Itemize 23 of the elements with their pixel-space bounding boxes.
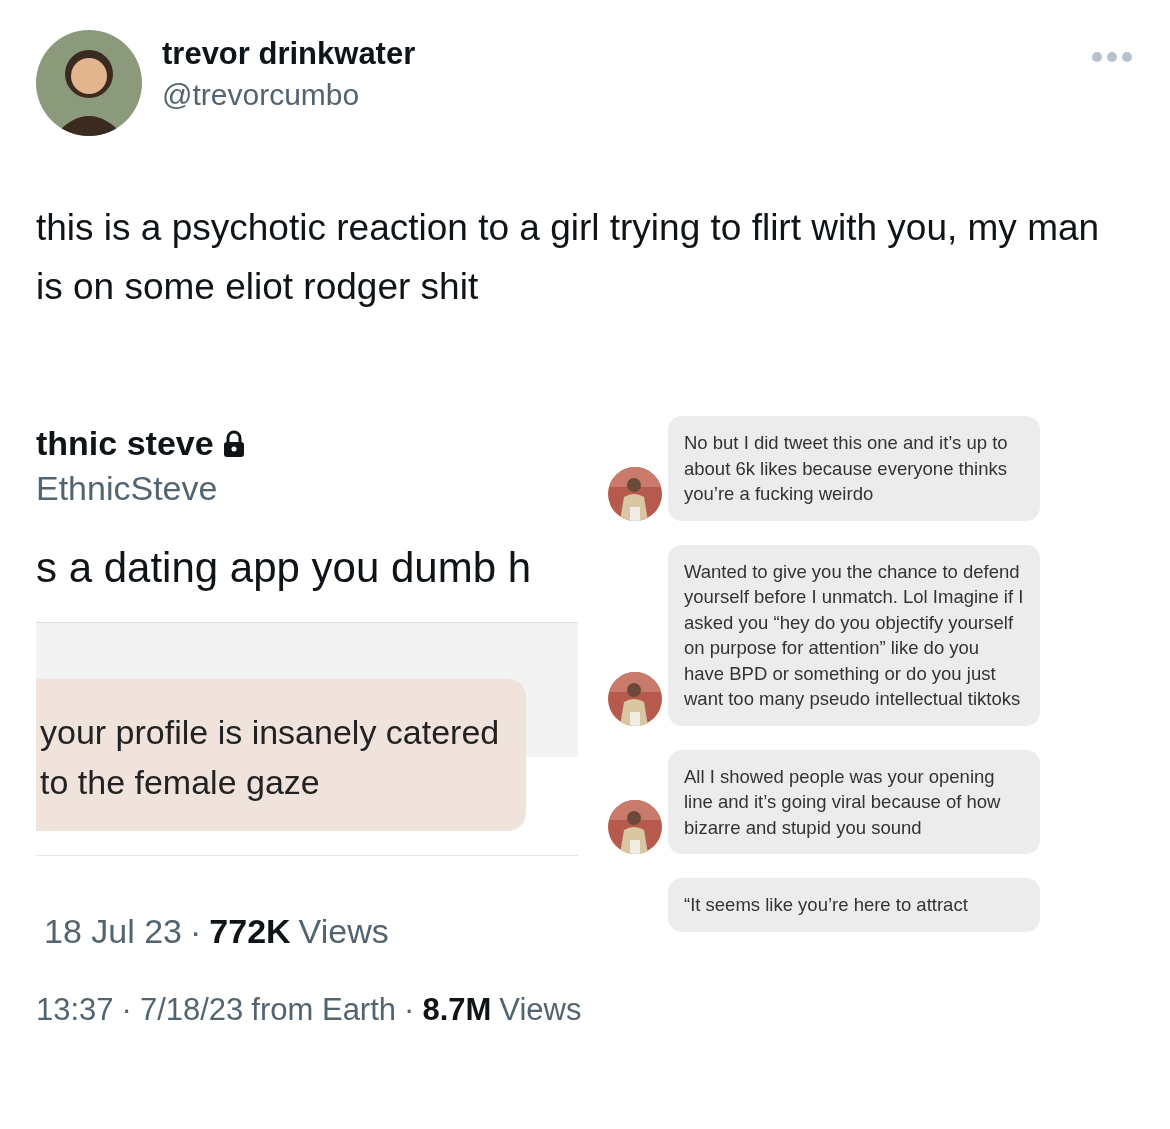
lock-icon	[221, 429, 246, 458]
quoted-handle: EthnicSteve	[36, 469, 219, 508]
tweet-date: 7/18/23	[139, 992, 244, 1028]
author-name[interactable]: trevor drinkwater	[162, 36, 416, 72]
tweet-source: from Earth	[251, 992, 397, 1028]
message-bubble: No but I did tweet this one and it’s up to about 6k likes because everyone thinks you’re a fucking weirdo	[668, 416, 1040, 521]
quoted-name: thnic steve	[36, 424, 214, 463]
views-label: Views	[499, 992, 582, 1028]
message-bubble: your profile is insanely catered to the female gaze	[36, 679, 526, 831]
message-bubble: “It seems like you’re here to attract	[668, 878, 1040, 932]
separator: ·	[404, 992, 415, 1028]
tweet-time: 13:37	[36, 992, 114, 1028]
views-label: Views	[298, 912, 389, 951]
quoted-date: 18 Jul 23	[44, 912, 182, 951]
quoted-text: s a dating app you dumb h	[36, 544, 533, 592]
separator: ·	[121, 992, 132, 1028]
message-bubble: All I showed people was your opening line and it’s going viral because of how bizarre and stupid you sound	[668, 749, 1040, 854]
tweet-text: this is a psychotic reaction to a girl trying to flirt with you, my man is on some eliot rodger shit	[36, 206, 1101, 309]
message-bubble: Wanted to give you the chance to defend yourself before I unmatch. Lol Imagine if I asked you “hey do you objectify yourself on purpose for attention” like do you have BPD or something or do you just want too many pseudo intellectual tiktoks	[668, 544, 1040, 726]
views-count: 8.7M	[422, 992, 492, 1028]
views-count: 772K	[209, 912, 291, 951]
author-handle[interactable]: @trevorcumbo	[162, 78, 416, 112]
separator: ·	[190, 912, 202, 951]
